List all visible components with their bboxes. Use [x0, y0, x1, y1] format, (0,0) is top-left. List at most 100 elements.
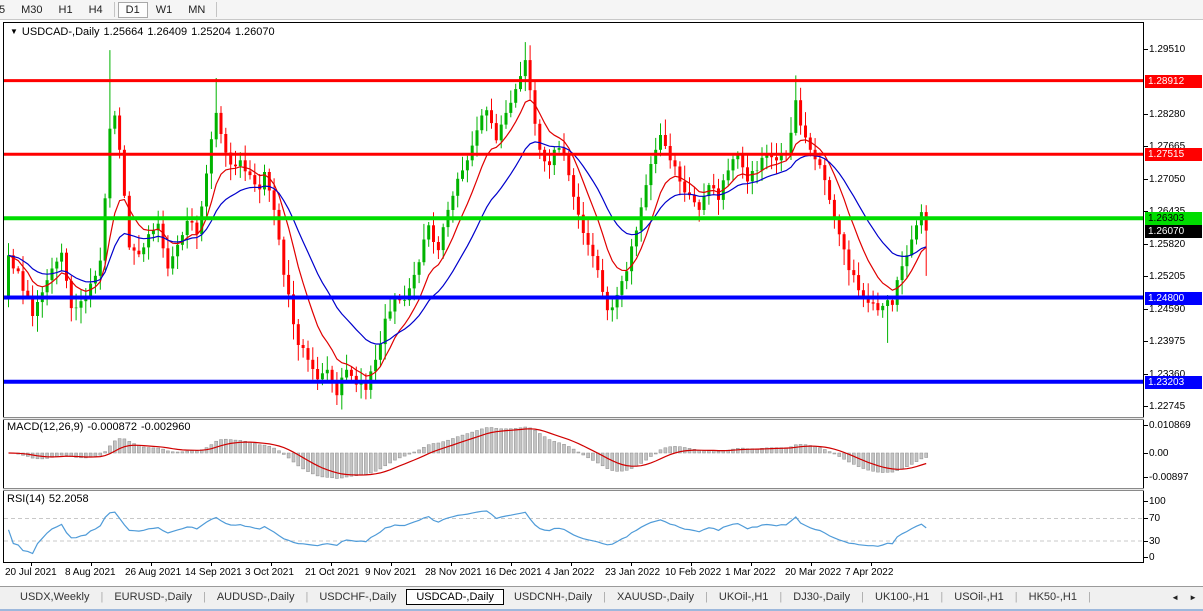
macd-name: MACD(12,26,9): [7, 421, 83, 433]
rsi-axis-label: 100: [1149, 496, 1203, 507]
date-axis-tick: [631, 563, 632, 566]
bar-low: 1.25204: [191, 26, 231, 38]
price-axis-tick: [1144, 309, 1148, 310]
tab-separator: |: [861, 591, 864, 603]
hline-price-tag: 1.28912: [1145, 75, 1202, 88]
time-axis: 20 Jul 2021 8 Aug 2021 26 Aug 2021 14 Sep 2…: [0, 563, 1203, 585]
hline-price-tag: 1.27515: [1145, 148, 1202, 161]
date-axis-tick: [751, 563, 752, 566]
macd-value-main: -0.000872: [87, 421, 137, 433]
date-axis-tick: [331, 563, 332, 566]
price-axis-tick: [1144, 146, 1148, 147]
chart-tab-eurusd-daily[interactable]: EURUSD-,Daily: [104, 590, 202, 604]
panel-splitter[interactable]: [3, 417, 1144, 420]
trading-terminal: 5M30H1H4 D1W1MN ▼ USDCAD-,Daily 1.25664 1.26…: [0, 0, 1203, 611]
date-axis-tick: [811, 563, 812, 566]
timeframe-button-w1[interactable]: W1: [148, 3, 181, 17]
tab-separator: |: [203, 591, 206, 603]
timeframe-button-h4[interactable]: H4: [81, 3, 111, 17]
timeframe-button-d1[interactable]: D1: [118, 2, 148, 18]
macd-axis-label: 0.010869: [1149, 420, 1203, 431]
date-axis-tick: [151, 563, 152, 566]
price-axis-label: 1.24590: [1149, 304, 1203, 315]
chart-tab-usdchf-daily[interactable]: USDCHF-,Daily: [309, 590, 406, 604]
timeframe-button-h1[interactable]: H1: [51, 3, 81, 17]
rsi-axis-label: 0: [1149, 552, 1203, 563]
panel-splitter[interactable]: [3, 488, 1144, 491]
price-axis-tick: [1144, 244, 1148, 245]
price-axis-tick: [1144, 114, 1148, 115]
rsi-axis-tick: [1144, 518, 1148, 519]
rsi-axis-label: 70: [1149, 513, 1203, 524]
date-axis-tick: [91, 563, 92, 566]
price-axis-label: 1.28280: [1149, 109, 1203, 120]
date-axis-tick: [271, 563, 272, 566]
tab-separator: |: [1088, 591, 1091, 603]
price-axis-tick: [1144, 374, 1148, 375]
price-axis-label: 1.25205: [1149, 271, 1203, 282]
macd-axis-label: 0.00: [1149, 448, 1203, 459]
macd-axis-label: -0.00897: [1149, 472, 1203, 483]
date-axis-tick: [451, 563, 452, 566]
timeframe-button-m30[interactable]: M30: [13, 3, 50, 17]
chart-tab-usdcad-daily[interactable]: USDCAD-,Daily: [406, 589, 504, 605]
timeframe-button-5[interactable]: 5: [0, 3, 13, 17]
date-axis-label: 14 Sep 2021: [185, 567, 242, 578]
current-price-tag: 1.26070: [1145, 225, 1202, 238]
rsi-panel-canvas[interactable]: [4, 492, 1143, 562]
price-chart-canvas[interactable]: [4, 23, 1143, 417]
date-axis-label: 9 Nov 2021: [365, 567, 416, 578]
date-axis-label: 8 Aug 2021: [65, 567, 116, 578]
rsi-axis-tick: [1144, 501, 1148, 502]
rsi-axis-tick: [1144, 541, 1148, 542]
tab-scroll-arrows: ◄►: [1171, 593, 1197, 602]
date-axis-label: 26 Aug 2021: [125, 567, 181, 578]
price-axis-label: 1.27050: [1149, 174, 1203, 185]
price-axis-tick: [1144, 276, 1148, 277]
chart-tab-usoil-h1[interactable]: USOil-,H1: [944, 590, 1014, 604]
tab-scroll-right-icon[interactable]: ►: [1189, 593, 1197, 602]
timeframe-button-mn[interactable]: MN: [180, 3, 213, 17]
date-axis-tick: [691, 563, 692, 566]
date-axis-label: 1 Mar 2022: [725, 567, 776, 578]
macd-axis-tick: [1144, 453, 1148, 454]
tab-separator: |: [940, 591, 943, 603]
tab-separator: |: [779, 591, 782, 603]
chart-tab-xauusd-daily[interactable]: XAUUSD-,Daily: [607, 590, 704, 604]
macd-label: MACD(12,26,9) -0.000872 -0.002960: [7, 421, 195, 433]
date-axis-label: 16 Dec 2021: [485, 567, 542, 578]
price-axis-label: 1.25820: [1149, 239, 1203, 250]
chart-tab-dj30-daily[interactable]: DJ30-,Daily: [783, 590, 860, 604]
bar-close: 1.26070: [235, 26, 275, 38]
date-axis-label: 21 Oct 2021: [305, 567, 359, 578]
chart-tab-ukoil-h1[interactable]: UKOil-,H1: [709, 590, 779, 604]
tab-separator: |: [603, 591, 606, 603]
hline-price-tag: 1.24800: [1145, 292, 1202, 305]
macd-value-signal: -0.002960: [141, 421, 191, 433]
chart-dropdown-icon[interactable]: ▼: [10, 27, 18, 36]
date-axis-label: 20 Jul 2021: [5, 567, 57, 578]
date-axis-tick: [871, 563, 872, 566]
price-axis-label: 1.23975: [1149, 336, 1203, 347]
date-axis-label: 28 Nov 2021: [425, 567, 482, 578]
price-axis-tick: [1144, 406, 1148, 407]
bar-open: 1.25664: [104, 26, 144, 38]
tab-separator: |: [100, 591, 103, 603]
macd-axis-tick: [1144, 477, 1148, 478]
chart-tab-usdx-weekly[interactable]: USDX,Weekly: [10, 590, 99, 604]
chart-tab-uk100-h1[interactable]: UK100-,H1: [865, 590, 939, 604]
chart-tab-hk50-h1[interactable]: HK50-,H1: [1019, 590, 1087, 604]
tab-scroll-left-icon[interactable]: ◄: [1171, 593, 1179, 602]
price-axis-tick: [1144, 49, 1148, 50]
rsi-name: RSI(14): [7, 493, 45, 505]
chart-tab-usdcnh-daily[interactable]: USDCNH-,Daily: [504, 590, 602, 604]
rsi-label: RSI(14)52.2058: [7, 493, 93, 505]
tab-separator: |: [1015, 591, 1018, 603]
hline-price-tag: 1.26303: [1145, 212, 1202, 225]
toolbar-separator: [114, 2, 115, 17]
date-axis-label: 20 Mar 2022: [785, 567, 841, 578]
chart-tab-audusd-daily[interactable]: AUDUSD-,Daily: [207, 590, 305, 604]
date-axis-tick: [391, 563, 392, 566]
timeframe-toolbar: 5M30H1H4 D1W1MN: [0, 0, 1203, 20]
rsi-axis-label: 30: [1149, 536, 1203, 547]
